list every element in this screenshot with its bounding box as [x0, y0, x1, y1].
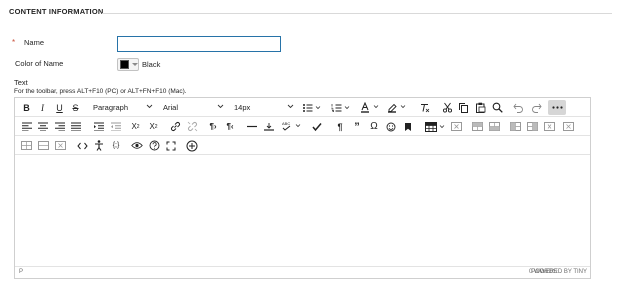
search-icon[interactable] — [490, 100, 504, 115]
section-title: CONTENT INFORMATION — [9, 7, 104, 16]
redo-icon[interactable] — [529, 100, 543, 115]
section-divider — [102, 13, 612, 14]
fullscreen-icon[interactable] — [164, 138, 178, 153]
emoji-icon[interactable] — [384, 119, 398, 134]
clear-format-icon[interactable] — [417, 100, 431, 115]
table-split-icon[interactable] — [20, 138, 33, 153]
rich-text-editor: B I U S Paragraph Arial 14px X 2 X 2 ¶› … — [14, 97, 591, 279]
quote-icon[interactable]: ” — [350, 119, 364, 134]
cell-props-icon[interactable] — [561, 119, 575, 134]
bookmark-icon[interactable] — [401, 119, 415, 134]
bullet-list-icon[interactable] — [301, 100, 323, 115]
chevron-down-icon — [287, 104, 294, 109]
svg-text:ABC: ABC — [282, 121, 290, 126]
rtl-icon[interactable]: ¶‹ — [223, 119, 237, 134]
align-center-icon[interactable] — [36, 119, 49, 134]
font-family-label: Arial — [163, 103, 179, 112]
numbered-list-icon[interactable] — [330, 100, 352, 115]
accessibility-icon[interactable] — [92, 138, 106, 153]
required-marker: * — [12, 38, 16, 47]
highlight-icon[interactable] — [386, 100, 408, 115]
justify-icon[interactable] — [69, 119, 82, 134]
toolbar-row-3: {;} — [15, 136, 590, 155]
accessibility-check-icon[interactable] — [310, 119, 324, 134]
align-left-icon[interactable] — [20, 119, 33, 134]
help-icon[interactable] — [147, 138, 161, 153]
color-name: Black — [142, 60, 161, 69]
name-label: Name — [24, 38, 45, 47]
special-char-icon[interactable]: Ω — [367, 119, 381, 134]
color-picker[interactable] — [117, 58, 139, 71]
element-path[interactable]: P — [19, 269, 23, 275]
col-insert-after-icon[interactable] — [525, 119, 539, 134]
col-insert-before-icon[interactable] — [508, 119, 522, 134]
table-icon[interactable] — [424, 119, 448, 134]
cut-icon[interactable] — [440, 100, 454, 115]
underline-icon[interactable]: U — [53, 100, 66, 115]
subscript-icon[interactable]: X2 — [146, 119, 161, 134]
color-label: Color of Name — [15, 59, 64, 68]
horizontal-rule-icon[interactable] — [245, 119, 259, 134]
chevron-down-icon — [132, 63, 138, 66]
text-label: Text — [14, 78, 28, 87]
add-content-icon[interactable] — [185, 138, 199, 153]
page-break-icon[interactable] — [262, 119, 276, 134]
color-swatch — [120, 60, 129, 69]
font-size-label: 14px — [234, 103, 251, 112]
table-merge-icon[interactable] — [37, 138, 50, 153]
chevron-down-icon — [217, 104, 224, 109]
font-family-dropdown[interactable]: Arial — [158, 100, 227, 115]
unlink-icon[interactable] — [185, 119, 199, 134]
code-icon[interactable] — [75, 138, 89, 153]
template-icon[interactable]: {;} — [109, 138, 123, 153]
toolbar-row-2: X2 X2 ¶› ¶‹ ABC ¶ ” Ω — [15, 117, 590, 136]
indent-icon[interactable] — [92, 119, 105, 134]
row-insert-before-icon[interactable] — [470, 119, 484, 134]
copy-icon[interactable] — [456, 100, 470, 115]
powered-by-link[interactable]: POWERED BY TINY — [531, 269, 587, 275]
bold-icon[interactable]: B — [20, 100, 33, 115]
editor-statusbar: P 0 WORDS POWERED BY TINY — [15, 266, 590, 278]
outdent-icon[interactable] — [109, 119, 122, 134]
strikethrough-icon[interactable]: S — [69, 100, 82, 115]
block-format-label: Paragraph — [93, 103, 129, 112]
row-insert-after-icon[interactable] — [487, 119, 501, 134]
preview-icon[interactable] — [130, 138, 144, 153]
table-row-props-icon[interactable] — [54, 138, 67, 153]
undo-icon[interactable] — [511, 100, 525, 115]
paste-icon[interactable] — [473, 100, 487, 115]
more-icon[interactable] — [548, 100, 566, 115]
toolbar-row-1: B I U S Paragraph Arial 14px — [15, 98, 590, 117]
name-input[interactable] — [117, 36, 281, 52]
col-delete-icon[interactable] — [542, 119, 556, 134]
toolbar-hint: For the toolbar, press ALT+F10 (PC) or A… — [14, 88, 187, 95]
chevron-down-icon — [146, 104, 153, 109]
editor-content-area[interactable] — [15, 156, 590, 266]
spellcheck-icon[interactable]: ABC — [281, 119, 303, 134]
align-right-icon[interactable] — [53, 119, 66, 134]
paragraph-mark-icon[interactable]: ¶ — [333, 119, 347, 134]
italic-icon[interactable]: I — [36, 100, 49, 115]
superscript-icon[interactable]: X2 — [128, 119, 143, 134]
table-delete-icon[interactable] — [449, 119, 463, 134]
link-icon[interactable] — [168, 119, 182, 134]
font-size-dropdown[interactable]: 14px — [229, 100, 297, 115]
block-format-dropdown[interactable]: Paragraph — [88, 100, 156, 115]
text-color-icon[interactable] — [359, 100, 381, 115]
ltr-icon[interactable]: ¶› — [206, 119, 220, 134]
